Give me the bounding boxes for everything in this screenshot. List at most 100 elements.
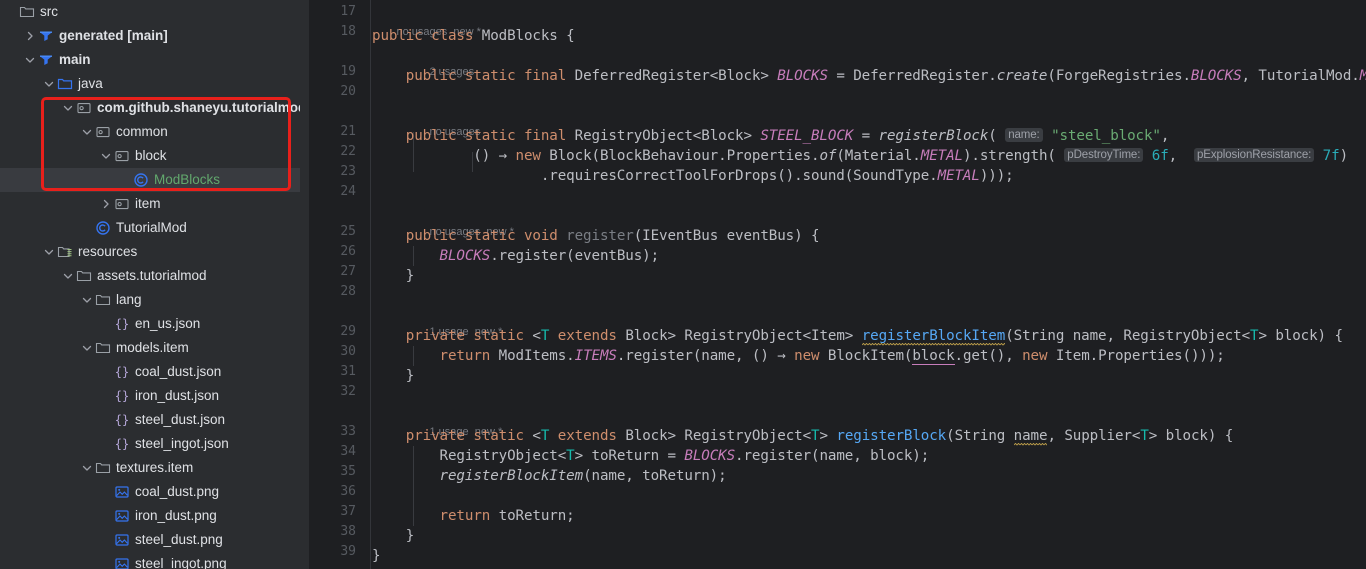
indent-spacer bbox=[0, 420, 99, 421]
tree-item-iron-dust-json[interactable]: {} iron_dust.json bbox=[0, 384, 300, 408]
tree-item-com-github-shaneyu-tutorialmod[interactable]: com.github.shaneyu.tutorialmod bbox=[0, 96, 300, 120]
chevron-right-icon[interactable] bbox=[23, 29, 37, 43]
code-line-21[interactable]: public static final RegistryObject<Block… bbox=[372, 126, 1169, 146]
tree-item-steel-dust-png[interactable]: steel_dust.png bbox=[0, 528, 300, 552]
editor-gutter[interactable]: 17 18 19 20 21 22 23 24 25 26 27 28 29 30 31 32 33 34 35 36… bbox=[310, 0, 365, 569]
code-line-27[interactable]: } bbox=[372, 266, 415, 286]
line-number[interactable]: 33 bbox=[340, 422, 356, 442]
chevron-right-icon[interactable] bbox=[99, 197, 113, 211]
tree-item-block[interactable]: block bbox=[0, 144, 300, 168]
code-line-38[interactable]: } bbox=[372, 526, 415, 546]
line-number[interactable]: 37 bbox=[340, 502, 356, 522]
line-number[interactable]: 35 bbox=[340, 462, 356, 482]
code-editor[interactable]: 17 18 19 20 21 22 23 24 25 26 27 28 29 30 31 32 33 34 35 36… bbox=[310, 0, 1366, 569]
code-line-19[interactable]: public static final DeferredRegister<Blo… bbox=[372, 66, 1366, 86]
chevron-down-icon[interactable] bbox=[61, 269, 75, 283]
code-line-30[interactable]: return ModItems.ITEMS.register(name, () … bbox=[372, 346, 1225, 366]
line-number[interactable]: 38 bbox=[340, 522, 356, 542]
code-line-29[interactable]: private static <T extends Block> Registr… bbox=[372, 326, 1343, 346]
code-line-18[interactable]: public class ModBlocks { bbox=[372, 26, 575, 46]
tree-item-steel-ingot-png[interactable]: steel_ingot.png bbox=[0, 552, 300, 569]
line-number[interactable]: 31 bbox=[340, 362, 356, 382]
sidebar-scrollbar[interactable] bbox=[300, 0, 310, 569]
code-line-39[interactable]: } bbox=[372, 546, 381, 566]
no-chevron-spacer bbox=[99, 533, 113, 547]
tree-item-common[interactable]: common bbox=[0, 120, 300, 144]
tree-item-modblocks[interactable]: ModBlocks bbox=[0, 168, 300, 192]
tree-item-en-us-json[interactable]: {} en_us.json bbox=[0, 312, 300, 336]
inlay-usage-hint[interactable]: 1 usage new * bbox=[405, 308, 502, 338]
package-icon bbox=[75, 100, 93, 116]
line-number[interactable]: 34 bbox=[340, 442, 356, 462]
code-line-34[interactable]: RegistryObject<T> toReturn = BLOCKS.regi… bbox=[372, 446, 930, 466]
code-line-37[interactable]: return toReturn; bbox=[372, 506, 575, 526]
folder-icon bbox=[94, 460, 112, 476]
code-line-23[interactable]: .requiresCorrectToolForDrops().sound(Sou… bbox=[372, 166, 1014, 186]
tree-item-item[interactable]: item bbox=[0, 192, 300, 216]
line-number[interactable]: 17 bbox=[340, 2, 356, 22]
code-line-31[interactable]: } bbox=[372, 366, 415, 386]
line-number[interactable]: 23 bbox=[340, 162, 356, 182]
line-number[interactable]: 24 bbox=[340, 182, 356, 202]
tree-item-steel-dust-json[interactable]: {} steel_dust.json bbox=[0, 408, 300, 432]
chevron-down-icon[interactable] bbox=[80, 461, 94, 475]
line-number[interactable]: 28 bbox=[340, 282, 356, 302]
indent-spacer bbox=[0, 372, 99, 373]
tree-item-resources[interactable]: resources bbox=[0, 240, 300, 264]
inlay-usage-hint[interactable]: no usages bbox=[405, 108, 480, 138]
chevron-down-icon[interactable] bbox=[61, 101, 75, 115]
chevron-down-icon[interactable] bbox=[80, 125, 94, 139]
chevron-down-icon[interactable] bbox=[80, 341, 94, 355]
tree-item-java[interactable]: java bbox=[0, 72, 300, 96]
chevron-down-icon[interactable] bbox=[80, 293, 94, 307]
project-tree[interactable]: src generated [main] main java com.github.sh… bbox=[0, 0, 300, 569]
tree-item-src[interactable]: src bbox=[0, 0, 300, 24]
tree-item-coal-dust-json[interactable]: {} coal_dust.json bbox=[0, 360, 300, 384]
line-number[interactable]: 18 bbox=[340, 22, 356, 42]
tree-item-assets-tutorialmod[interactable]: assets.tutorialmod bbox=[0, 264, 300, 288]
project-tree-panel[interactable]: src generated [main] main java com.github.sh… bbox=[0, 0, 300, 569]
inlay-usage-hint[interactable]: no usages new * bbox=[405, 208, 513, 238]
line-number[interactable]: 27 bbox=[340, 262, 356, 282]
indent-spacer bbox=[0, 132, 80, 133]
indent-spacer bbox=[0, 492, 99, 493]
line-number[interactable]: 32 bbox=[340, 382, 356, 402]
folder-icon bbox=[75, 268, 93, 284]
chevron-down-icon[interactable] bbox=[42, 245, 56, 259]
tree-item-main[interactable]: main bbox=[0, 48, 300, 72]
line-number[interactable]: 22 bbox=[340, 142, 356, 162]
chevron-down-icon[interactable] bbox=[23, 53, 37, 67]
tree-item-iron-dust-png[interactable]: iron_dust.png bbox=[0, 504, 300, 528]
line-number[interactable]: 26 bbox=[340, 242, 356, 262]
line-number[interactable]: 39 bbox=[340, 542, 356, 562]
inlay-usage-hint[interactable]: 1 usage new * bbox=[405, 408, 502, 438]
chevron-down-icon[interactable] bbox=[99, 149, 113, 163]
chevron-down-icon[interactable] bbox=[42, 77, 56, 91]
tree-item-models-item[interactable]: models.item bbox=[0, 336, 300, 360]
inlay-usage-hint[interactable]: no usages new * bbox=[372, 8, 480, 38]
code-content[interactable]: no usages new * 2 usages no usages no us… bbox=[372, 0, 1366, 569]
line-number[interactable]: 20 bbox=[340, 82, 356, 102]
line-number[interactable]: 29 bbox=[340, 322, 356, 342]
tree-item-label: lang bbox=[116, 292, 142, 307]
line-number[interactable]: 30 bbox=[340, 342, 356, 362]
tree-item-label: com.github.shaneyu.tutorialmod bbox=[97, 100, 300, 115]
code-line-33[interactable]: private static <T extends Block> Registr… bbox=[372, 426, 1233, 446]
tree-item-tutorialmod[interactable]: TutorialMod bbox=[0, 216, 300, 240]
tree-item-steel-ingot-json[interactable]: {} steel_ingot.json bbox=[0, 432, 300, 456]
code-line-25[interactable]: public static void register(IEventBus ev… bbox=[372, 226, 820, 246]
tree-item-lang[interactable]: lang bbox=[0, 288, 300, 312]
line-number[interactable]: 21 bbox=[340, 122, 356, 142]
code-line-22[interactable]: () → new Block(BlockBehaviour.Properties… bbox=[372, 146, 1348, 166]
line-number[interactable]: 19 bbox=[340, 62, 356, 82]
inlay-usage-hint[interactable]: 2 usages bbox=[405, 48, 474, 78]
line-number[interactable]: 25 bbox=[340, 222, 356, 242]
no-chevron-spacer bbox=[99, 365, 113, 379]
tree-item-coal-dust-png[interactable]: coal_dust.png bbox=[0, 480, 300, 504]
tree-item-textures-item[interactable]: textures.item bbox=[0, 456, 300, 480]
code-line-26[interactable]: BLOCKS.register(eventBus); bbox=[372, 246, 660, 266]
tree-item-generated-main-[interactable]: generated [main] bbox=[0, 24, 300, 48]
line-number[interactable]: 36 bbox=[340, 482, 356, 502]
tree-item-label: item bbox=[135, 196, 161, 211]
code-line-35[interactable]: registerBlockItem(name, toReturn); bbox=[372, 466, 727, 486]
